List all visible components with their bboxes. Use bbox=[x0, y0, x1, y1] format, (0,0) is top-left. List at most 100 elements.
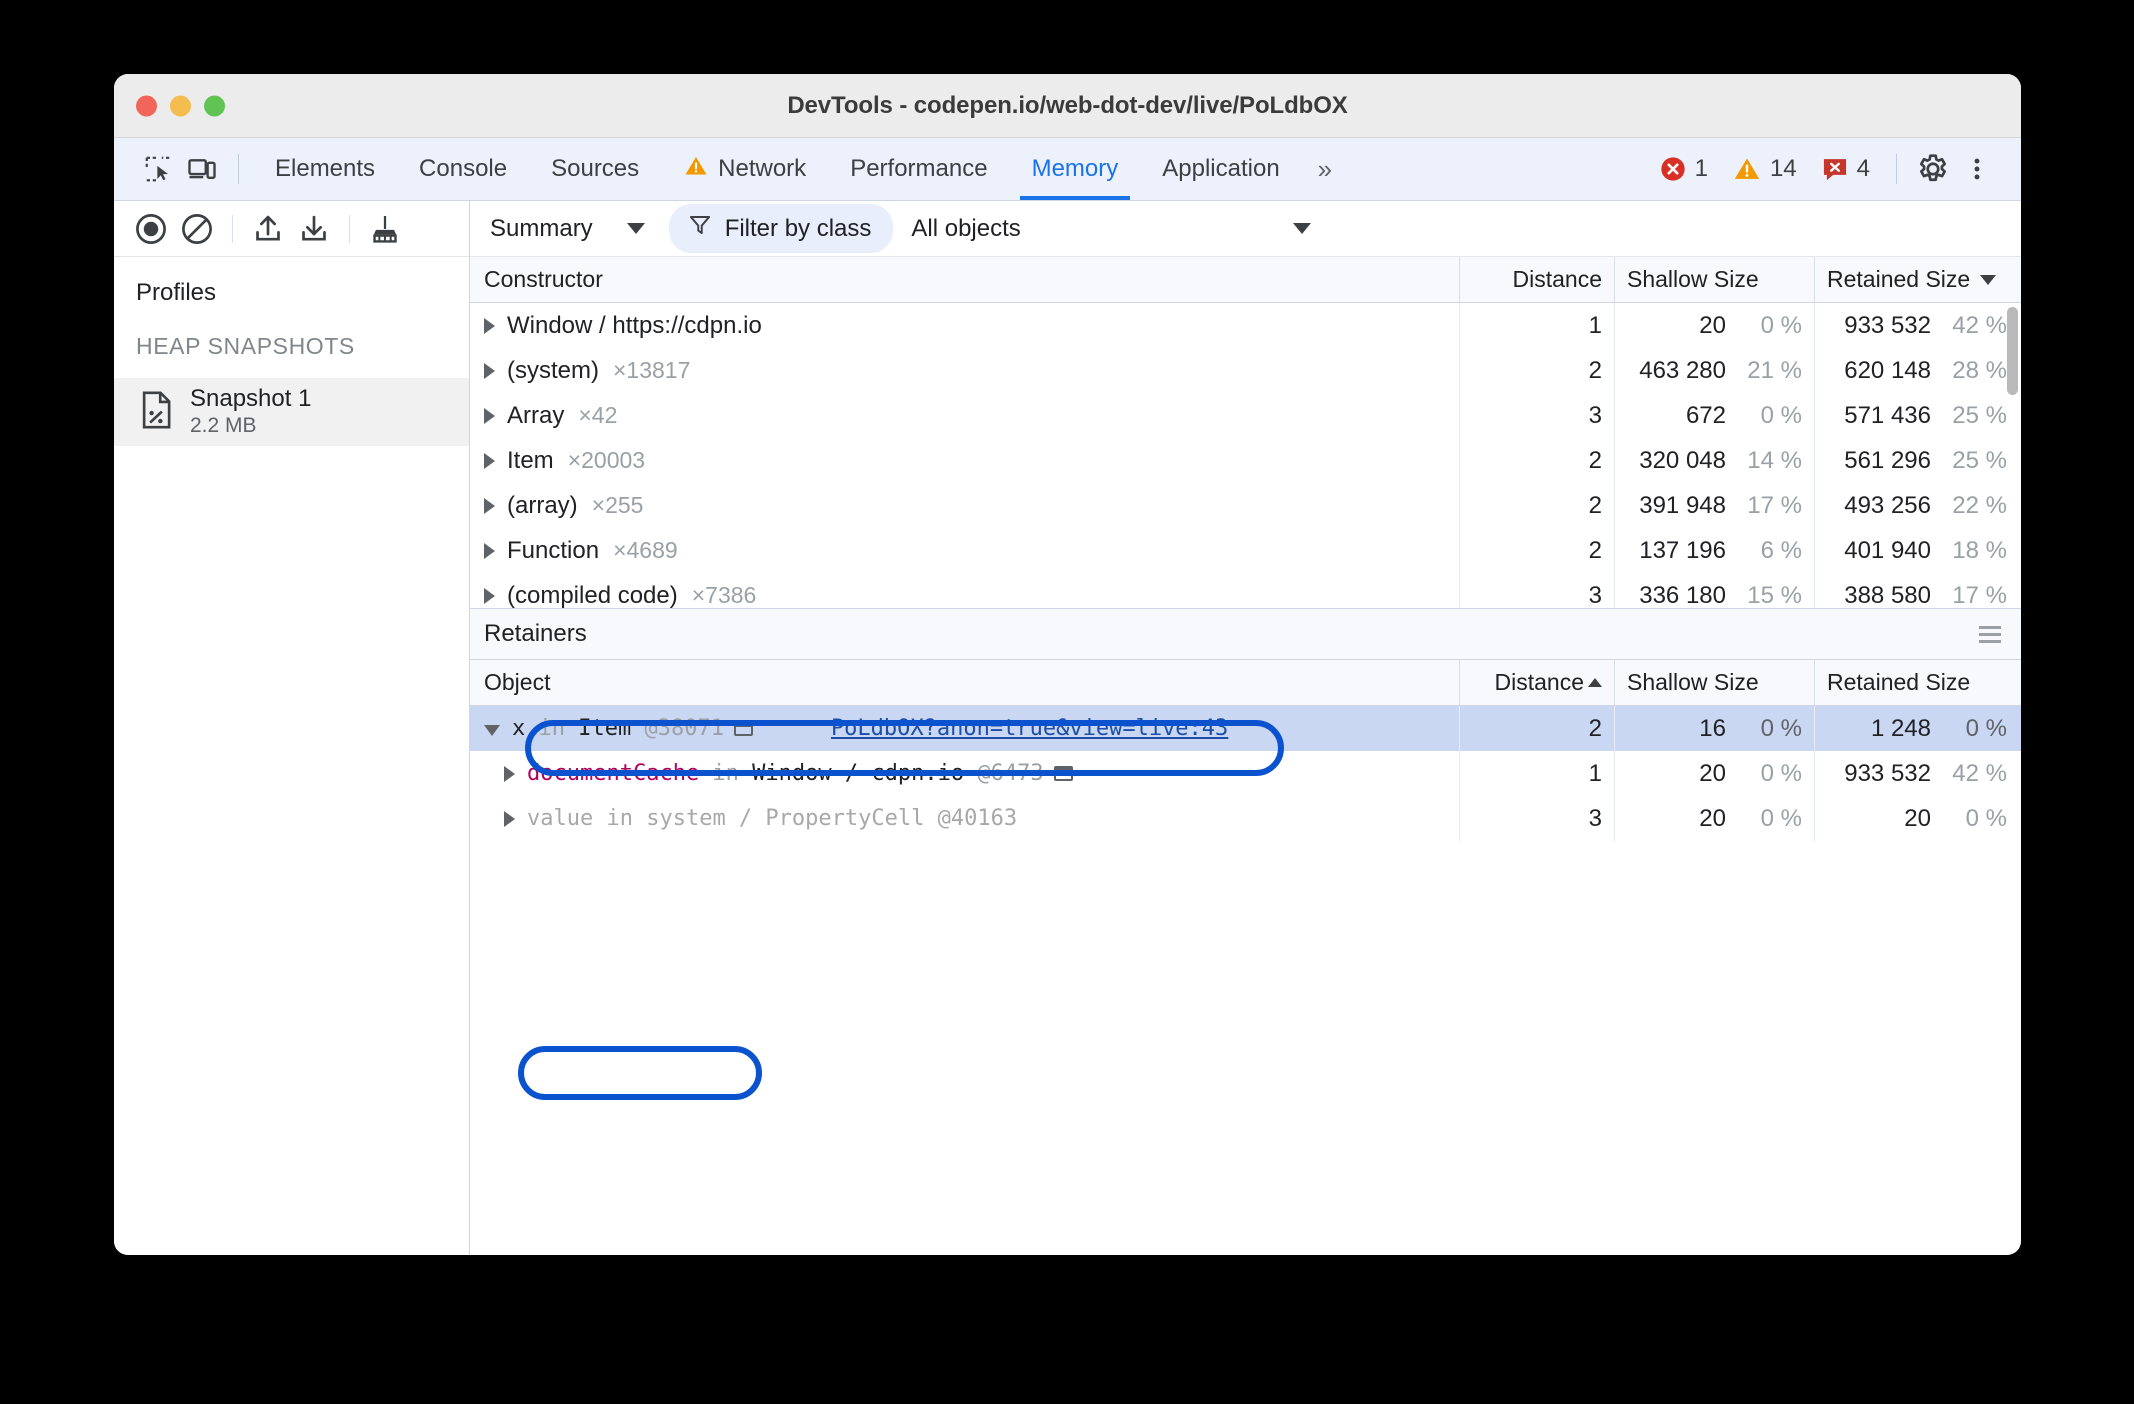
expand-triangle-icon[interactable] bbox=[484, 362, 495, 379]
constructor-row[interactable]: Window / https://cdpn.io 1 20 0 % 933 532 42 … bbox=[470, 303, 2021, 348]
column-header-retainer-retained-size[interactable]: Retained Size bbox=[1815, 660, 2021, 705]
tab-application[interactable]: Application bbox=[1140, 138, 1301, 200]
tab-label: Console bbox=[419, 155, 508, 182]
tab-console[interactable]: Console bbox=[397, 138, 529, 200]
constructor-row[interactable]: (system) ×13817 2 463 280 21 % 620 148 28 % bbox=[470, 348, 2021, 393]
constructor-row[interactable]: Item ×20003 2 320 048 14 % 561 296 25 % bbox=[470, 438, 2021, 483]
expand-triangle-icon[interactable] bbox=[484, 317, 495, 334]
memory-view-toolbar: Summary Filter by class All objects bbox=[470, 201, 2021, 257]
gear-icon[interactable] bbox=[1911, 147, 1955, 191]
constructor-instance-count: ×13817 bbox=[613, 357, 691, 383]
issues-badge[interactable]: 4 bbox=[1809, 155, 1882, 183]
retainer-row[interactable]: x in Item @38071 PoLdbOX?anon=true&view=l… bbox=[470, 706, 2021, 751]
shallow-size-cell-percent: 17 % bbox=[1747, 491, 1802, 519]
constructor-row[interactable]: (compiled code) ×7386 3 336 180 15 % 388 580 1… bbox=[470, 573, 2021, 608]
tab-elements[interactable]: Elements bbox=[253, 138, 397, 200]
tab-sources[interactable]: Sources bbox=[529, 138, 661, 200]
distance-cell-value: 1 bbox=[1588, 311, 1602, 339]
distance-cell: 1 bbox=[1460, 303, 1615, 348]
constructor-instance-count: ×20003 bbox=[567, 447, 646, 473]
tab-network[interactable]: Network bbox=[661, 138, 828, 200]
expand-triangle-icon[interactable] bbox=[484, 725, 500, 736]
minimize-window-button[interactable] bbox=[170, 95, 191, 116]
shallow-size-cell-value: 463 280 bbox=[1639, 356, 1726, 384]
devtools-window: DevTools - codepen.io/web-dot-dev/live/P… bbox=[114, 74, 2021, 1255]
vertical-dots-icon[interactable] bbox=[1955, 147, 1999, 191]
retainer-source-link[interactable]: PoLdbOX?anon=true&view=live:43 bbox=[831, 716, 1228, 741]
expand-triangle-icon[interactable] bbox=[504, 765, 515, 782]
retained-size-cell: 401 940 18 % bbox=[1815, 528, 2021, 573]
distance-cell: 3 bbox=[1460, 573, 1615, 608]
column-header-distance[interactable]: Distance bbox=[1460, 257, 1615, 302]
drag-handle-icon[interactable] bbox=[1979, 625, 2001, 643]
constructors-scrollbar[interactable] bbox=[2007, 307, 2018, 395]
constructor-name: (array) bbox=[507, 491, 578, 519]
constructor-row[interactable]: (array) ×255 2 391 948 17 % 493 256 22 % bbox=[470, 483, 2021, 528]
retainer-shallow-size-cell-value: 20 bbox=[1699, 759, 1726, 787]
broom-icon[interactable] bbox=[362, 206, 408, 252]
tab-performance[interactable]: Performance bbox=[828, 138, 1009, 200]
expand-triangle-icon[interactable] bbox=[484, 497, 495, 514]
dom-node-badge-icon[interactable] bbox=[733, 721, 753, 736]
tabstrip-divider-2 bbox=[1896, 154, 1897, 184]
record-circle-icon[interactable] bbox=[128, 206, 174, 252]
shallow-size-cell-value: 391 948 bbox=[1639, 491, 1726, 519]
retainers-grid-header: Object Distance Shallow Size Retained Si… bbox=[470, 660, 2021, 706]
view-mode-select[interactable]: Summary bbox=[484, 215, 653, 243]
expand-triangle-icon[interactable] bbox=[484, 452, 495, 469]
shallow-size-cell-percent: 6 % bbox=[1760, 536, 1802, 564]
constructor-row[interactable]: Array ×42 3 672 0 % 571 436 25 % bbox=[470, 393, 2021, 438]
shallow-size-cell-percent: 21 % bbox=[1747, 356, 1802, 384]
shallow-size-cell-value: 137 196 bbox=[1639, 536, 1726, 564]
retainer-in-keyword: in bbox=[699, 761, 753, 786]
expand-triangle-icon[interactable] bbox=[484, 587, 495, 604]
shallow-size-cell: 672 0 % bbox=[1615, 393, 1815, 438]
constructor-instance-count: ×4689 bbox=[613, 537, 678, 563]
column-header-retainer-distance[interactable]: Distance bbox=[1460, 660, 1615, 705]
dom-node-badge-icon[interactable] bbox=[1053, 766, 1073, 781]
tab-label: Network bbox=[718, 155, 807, 182]
column-header-retained-size[interactable]: Retained Size bbox=[1815, 257, 2021, 302]
constructor-name: Function bbox=[507, 536, 600, 564]
shallow-size-cell: 336 180 15 % bbox=[1615, 573, 1815, 608]
error-badge[interactable]: 1 bbox=[1647, 155, 1720, 183]
more-tabs-button[interactable]: » bbox=[1302, 154, 1345, 185]
column-header-object[interactable]: Object bbox=[470, 660, 1460, 705]
distance-cell-value: 3 bbox=[1588, 581, 1602, 609]
column-header-shallow-size[interactable]: Shallow Size bbox=[1615, 257, 1815, 302]
column-header-constructor[interactable]: Constructor bbox=[470, 257, 1460, 302]
expand-triangle-icon[interactable] bbox=[504, 810, 515, 827]
inspect-element-icon[interactable] bbox=[136, 147, 180, 191]
expand-triangle-icon[interactable] bbox=[484, 407, 495, 424]
retainer-shallow-size-cell: 16 0 % bbox=[1615, 706, 1815, 751]
tab-memory[interactable]: Memory bbox=[1010, 138, 1141, 200]
tabstrip-divider bbox=[238, 154, 239, 184]
sidebar-toolbar-divider-2 bbox=[349, 214, 350, 243]
filter-by-class-input[interactable]: Filter by class bbox=[668, 204, 894, 253]
retainer-in-keyword: in bbox=[525, 716, 579, 741]
retainer-retained-size-cell-percent: 0 % bbox=[1965, 714, 2007, 742]
retained-size-cell-percent: 25 % bbox=[1952, 446, 2007, 474]
expand-triangle-icon[interactable] bbox=[484, 542, 495, 559]
tabstrip-right-controls: 1 14 4 bbox=[1647, 147, 1999, 191]
constructor-row[interactable]: Function ×4689 2 137 196 6 % 401 940 18 % bbox=[470, 528, 2021, 573]
download-arrow-icon[interactable] bbox=[291, 206, 337, 252]
no-entry-icon[interactable] bbox=[174, 206, 220, 252]
device-toolbar-icon[interactable] bbox=[180, 147, 224, 191]
shallow-size-cell-value: 336 180 bbox=[1639, 581, 1726, 609]
retainer-object-label: documentCache in Window / cdpn.io @6473 bbox=[527, 761, 1044, 786]
column-header-retainer-shallow-size[interactable]: Shallow Size bbox=[1615, 660, 1815, 705]
objects-scope-value: All objects bbox=[911, 214, 1021, 242]
upload-arrow-icon[interactable] bbox=[245, 206, 291, 252]
retainer-row[interactable]: value in system / PropertyCell @40163 3 20… bbox=[470, 796, 2021, 841]
maximize-window-button[interactable] bbox=[204, 95, 225, 116]
objects-scope-select[interactable]: All objects bbox=[911, 215, 2005, 243]
retainer-retained-size-cell: 20 0 % bbox=[1815, 796, 2021, 841]
close-window-button[interactable] bbox=[136, 95, 157, 116]
retainer-row[interactable]: documentCache in Window / cdpn.io @6473 1… bbox=[470, 751, 2021, 796]
retainer-object-cell: x in Item @38071 PoLdbOX?anon=true&view=l… bbox=[470, 706, 1460, 751]
retained-size-cell: 571 436 25 % bbox=[1815, 393, 2021, 438]
retained-size-cell: 933 532 42 % bbox=[1815, 303, 2021, 348]
sidebar-item-snapshot-1[interactable]: Snapshot 1 2.2 MB bbox=[114, 378, 469, 446]
warning-badge[interactable]: 14 bbox=[1720, 155, 1809, 183]
